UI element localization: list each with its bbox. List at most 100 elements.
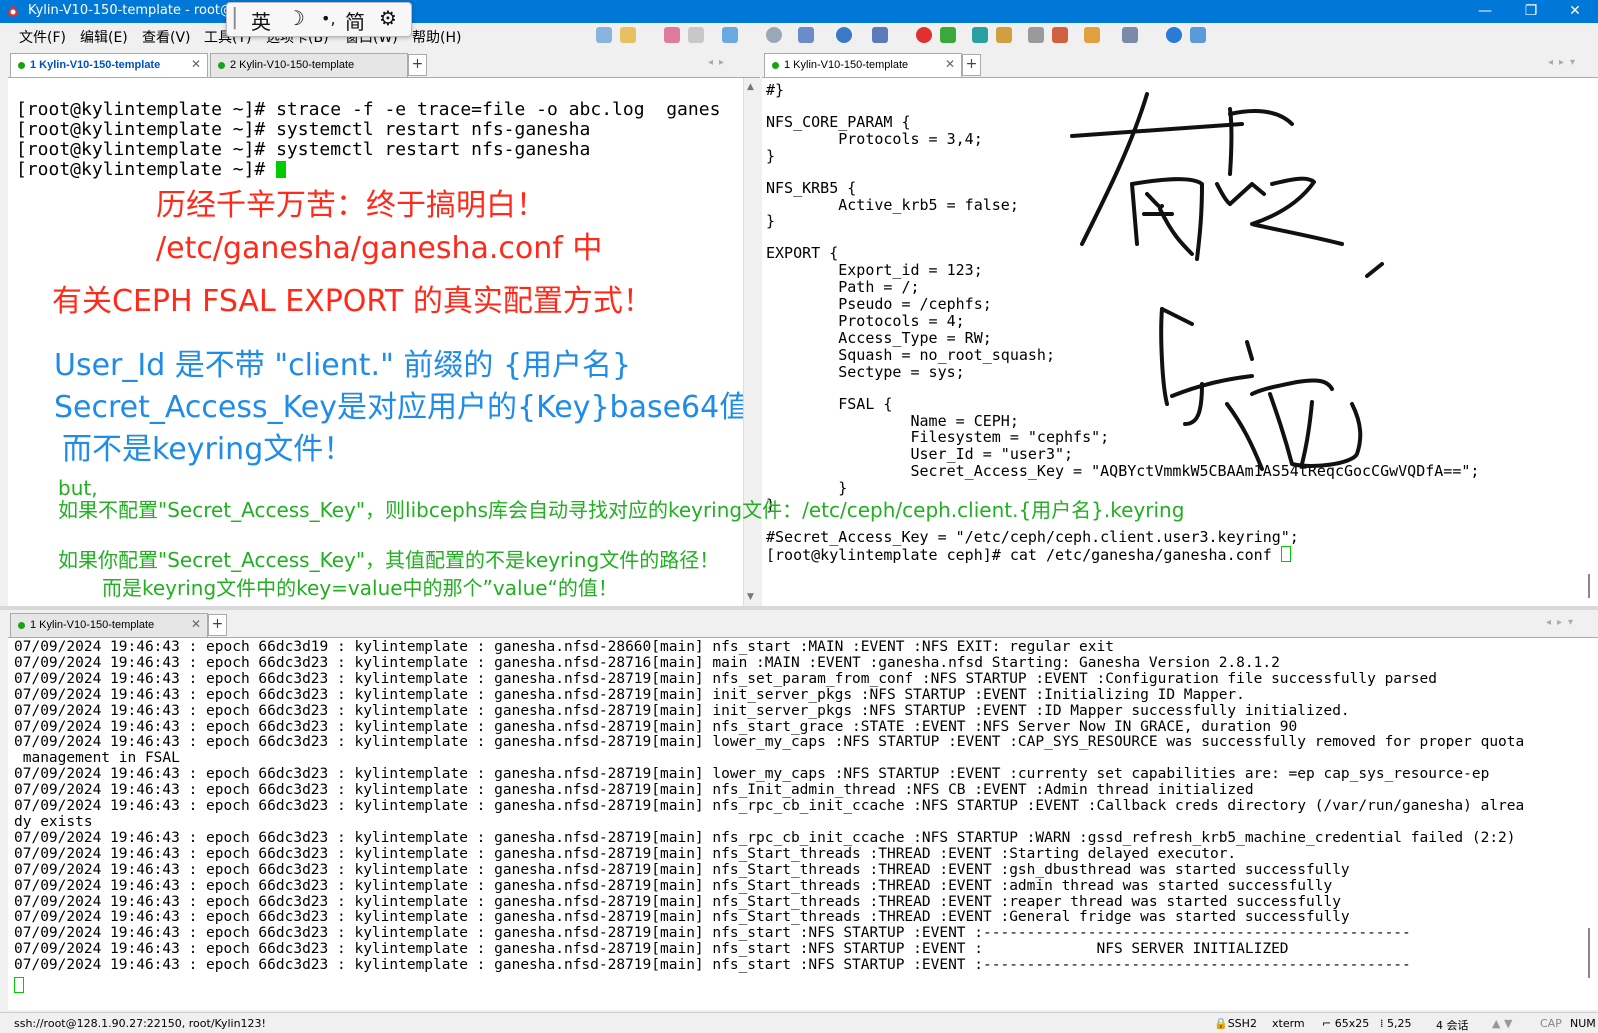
ime-settings-icon[interactable]: ⚙ — [379, 6, 397, 30]
menu-help[interactable]: 帮助(H) — [412, 27, 461, 47]
minimize-button[interactable]: — — [1462, 0, 1508, 23]
search-icon[interactable] — [766, 27, 782, 43]
compose-icon[interactable] — [1084, 27, 1100, 43]
status-protocol: 🔒SSH2 — [1214, 1017, 1257, 1030]
terminal-line: 07/09/2024 19:46:43 : epoch 66dc3d23 : k… — [14, 766, 1490, 783]
layout-icon[interactable] — [1122, 27, 1138, 43]
terminal-line: 07/09/2024 19:46:43 : epoch 66dc3d23 : k… — [14, 909, 1350, 926]
scroll-thumb[interactable] — [1588, 574, 1590, 598]
menu-view[interactable]: 查看(V) — [142, 27, 191, 47]
terminal-line: 07/09/2024 19:46:43 : epoch 66dc3d23 : k… — [14, 957, 1411, 974]
add-tab-button[interactable]: + — [962, 54, 981, 76]
close-tab-icon[interactable]: ✕ — [191, 57, 201, 71]
close-tab-icon[interactable]: ✕ — [945, 57, 955, 71]
tab-right-1[interactable]: 1 Kylin-V10-150-template ✕ — [764, 53, 962, 77]
record-icon[interactable] — [916, 27, 932, 43]
status-caps: CAP — [1540, 1017, 1562, 1030]
terminal-cursor — [1280, 545, 1291, 562]
terminal-line: 07/09/2024 19:46:43 : epoch 66dc3d23 : k… — [14, 893, 1341, 910]
bottom-terminal[interactable]: 07/09/2024 19:46:43 : epoch 66dc3d19 : k… — [8, 638, 1598, 1010]
cursor-value: 5,25 — [1387, 1017, 1412, 1030]
app-logo-icon — [7, 5, 19, 17]
handwriting-sketch — [1070, 92, 1384, 471]
ime-simplified-toggle[interactable]: 简 — [345, 6, 365, 35]
disconnect-icon[interactable] — [664, 27, 680, 43]
tab-bottom-1[interactable]: 1 Kylin-V10-150-template ✕ — [10, 613, 208, 637]
help-icon[interactable] — [1166, 27, 1182, 43]
close-button[interactable]: ✕ — [1552, 0, 1598, 23]
left-tab-strip: 1 Kylin-V10-150-template ✕ 2 Kylin-V10-1… — [8, 50, 760, 78]
bottom-scrollbar[interactable] — [1581, 638, 1598, 1010]
terminal-line: 07/09/2024 19:46:43 : epoch 66dc3d23 : k… — [14, 941, 1289, 958]
ime-moon-icon[interactable]: ☽ — [287, 6, 305, 30]
scroll-up-icon[interactable]: ▲ — [747, 82, 754, 92]
status-connection: ssh://root@128.1.90.27:22150, root/Kylin… — [14, 1017, 266, 1030]
terminal-line: 07/09/2024 19:46:43 : epoch 66dc3d23 : k… — [14, 829, 1516, 846]
tab-left-2[interactable]: 2 Kylin-V10-150-template — [210, 53, 408, 77]
tab-nav-arrows[interactable]: ◂▸ — [708, 57, 730, 68]
tab-nav-arrows[interactable]: ◂▸▾ — [1546, 617, 1579, 628]
right-scrollbar[interactable] — [1581, 78, 1598, 606]
lock-icon[interactable] — [996, 27, 1012, 43]
terminal-line: 07/09/2024 19:46:43 : epoch 66dc3d23 : k… — [14, 845, 1237, 862]
status-size: ⌐ 65x25 — [1322, 1017, 1370, 1030]
terminal-line: 07/09/2024 19:46:43 : epoch 66dc3d23 : k… — [14, 686, 1245, 703]
ime-toolbar: | 英 ☽ •, 简 ⚙ — [226, 2, 412, 37]
new-tab-icon[interactable] — [722, 27, 738, 43]
terminal-line: 07/09/2024 19:46:43 : epoch 66dc3d23 : k… — [14, 654, 1280, 671]
left-scrollbar[interactable]: ▲ ▼ — [743, 78, 761, 606]
close-tab-icon[interactable]: ✕ — [191, 617, 201, 631]
link-icon[interactable] — [688, 27, 704, 43]
tab-label: 1 Kylin-V10-150-template — [30, 59, 161, 71]
annotation-red-3: 有关CEPH FSAL EXPORT 的真实配置方式！ — [52, 284, 653, 319]
annotation-blue-1: User_Id 是不带 "client." 前缀的 {用户名} — [54, 348, 632, 383]
connected-icon — [218, 62, 225, 69]
font-icon[interactable] — [872, 27, 888, 43]
status-up-down-icons[interactable]: ▲ ▼ — [1492, 1017, 1512, 1030]
ime-punctuation-icon[interactable]: •, — [321, 9, 336, 28]
terminal-line: 07/09/2024 19:46:43 : epoch 66dc3d23 : k… — [14, 734, 1525, 751]
scroll-thumb[interactable] — [1588, 928, 1590, 978]
ime-handle-icon: | — [231, 5, 239, 30]
window-title: Kylin-V10-150-template - root@ — [28, 3, 233, 18]
chat-icon[interactable] — [1190, 27, 1206, 43]
add-tab-button[interactable]: + — [208, 614, 227, 636]
keyboard-icon[interactable] — [1028, 27, 1044, 43]
protocol-label: SSH2 — [1227, 1017, 1257, 1030]
maximize-button[interactable]: ❐ — [1508, 0, 1554, 23]
terminal-line: 07/09/2024 19:46:43 : epoch 66dc3d23 : k… — [14, 925, 1411, 942]
bottom-terminal-output: 07/09/2024 19:46:43 : epoch 66dc3d19 : k… — [14, 639, 1525, 974]
folder-icon[interactable] — [620, 27, 636, 43]
transfer-icon[interactable] — [940, 27, 956, 43]
menu-edit[interactable]: 编辑(E) — [80, 27, 128, 47]
status-terminal-type: xterm — [1272, 1017, 1305, 1030]
connected-icon — [18, 622, 25, 629]
add-tab-button[interactable]: + — [408, 54, 427, 76]
tab-nav-arrows[interactable]: ◂▸▾ — [1548, 57, 1581, 68]
annotation-green-4: 而是keyring文件中的key=value中的那个”value“的值！ — [102, 576, 618, 600]
terminal-line: 07/09/2024 19:46:43 : epoch 66dc3d23 : k… — [14, 718, 1298, 735]
status-cursor-pos: ⁞ 5,25 — [1380, 1017, 1412, 1030]
tab-left-1[interactable]: 1 Kylin-V10-150-template ✕ — [10, 53, 208, 77]
terminal-line: [root@kylintemplate ceph]# cat /etc/gane… — [766, 545, 1281, 564]
clone-icon[interactable] — [798, 27, 814, 43]
right-tab-strip: 1 Kylin-V10-150-template ✕ + ◂▸▾ — [762, 50, 1598, 78]
fullscreen-icon[interactable] — [972, 27, 988, 43]
left-terminal[interactable]: [root@kylintemplate ~]# strace -f -e tra… — [8, 78, 760, 606]
new-session-icon[interactable] — [596, 27, 612, 43]
terminal-line: [root@kylintemplate ~]# strace -f -e tra… — [16, 99, 721, 120]
tab-label: 2 Kylin-V10-150-template — [230, 59, 355, 71]
scroll-down-icon[interactable]: ▼ — [747, 592, 754, 602]
menu-file[interactable]: 文件(F) — [19, 27, 66, 47]
annotation-blue-3: 而不是keyring文件！ — [62, 432, 354, 467]
terminal-line: 07/09/2024 19:46:43 : epoch 66dc3d23 : k… — [14, 798, 1525, 815]
terminal-line: 07/09/2024 19:46:43 : epoch 66dc3d23 : k… — [14, 782, 1254, 799]
script-icon[interactable] — [1052, 27, 1068, 43]
bottom-tab-strip: 1 Kylin-V10-150-template ✕ + ◂▸▾ — [8, 610, 1598, 638]
terminal-line: [root@kylintemplate ~]# systemctl restar… — [16, 139, 591, 160]
status-num: NUM — [1570, 1017, 1596, 1030]
globe-icon[interactable] — [836, 27, 852, 43]
ime-language-toggle[interactable]: 英 — [251, 6, 271, 35]
right-terminal[interactable]: #} NFS_CORE_PARAM { Protocols = 3,4;} NFS_… — [762, 78, 1598, 606]
annotation-green-3: 如果你配置"Secret_Access_Key"，其值配置的不是keyring文… — [58, 548, 720, 572]
